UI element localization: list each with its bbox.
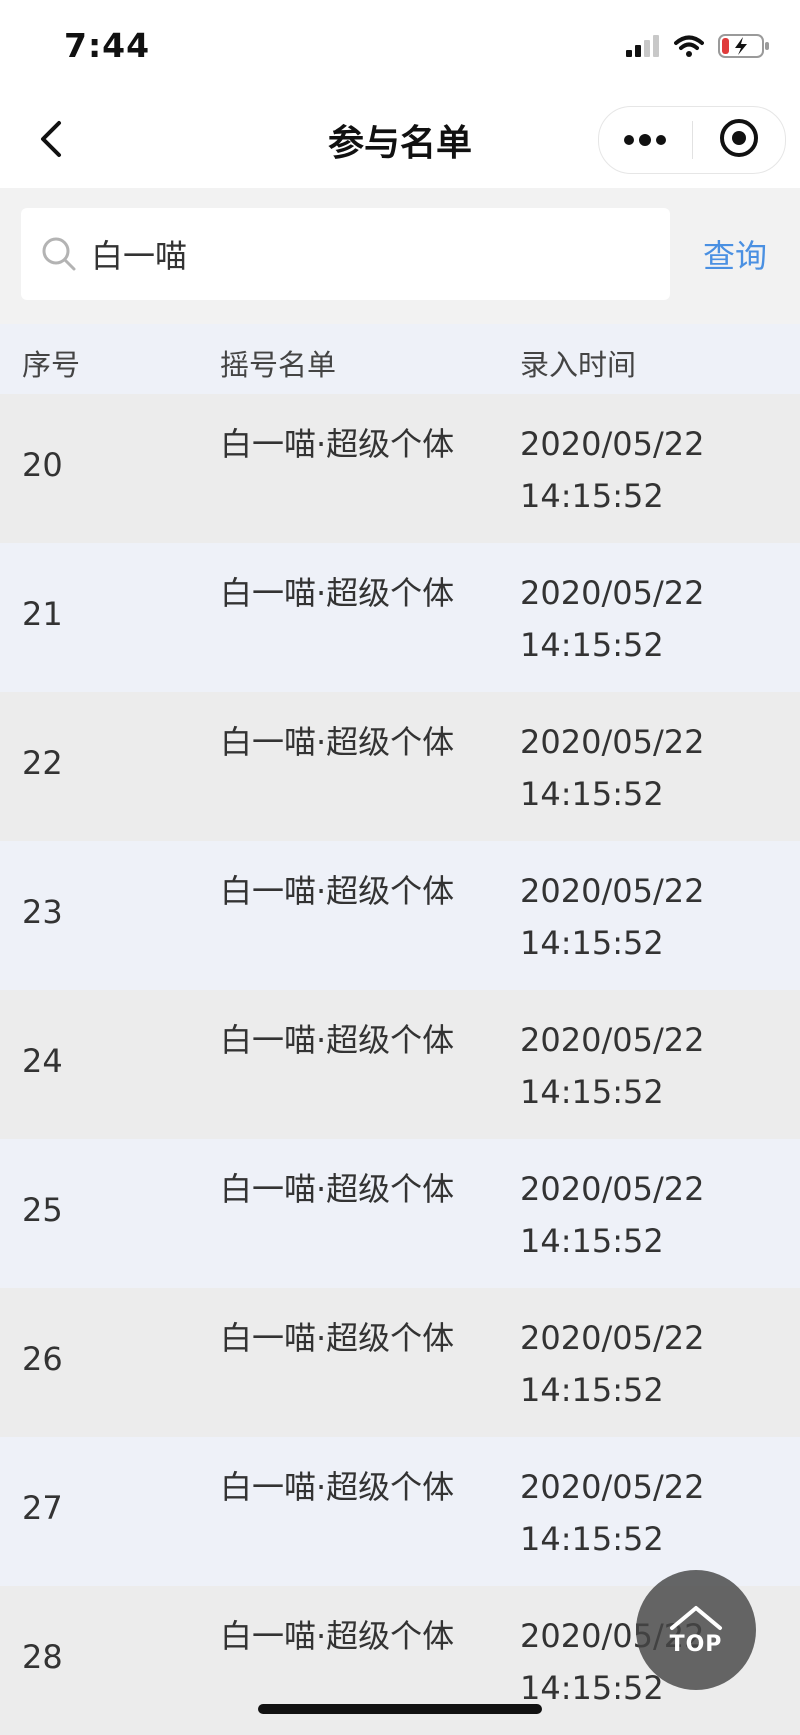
row-time: 2020/05/22 14:15:52 — [520, 865, 780, 969]
row-date-part: 2020/05/22 — [520, 1319, 705, 1357]
row-time: 2020/05/22 14:15:52 — [520, 567, 780, 671]
row-name: 白一喵·超级个体 — [220, 1468, 455, 1506]
search-button[interactable]: 查询 — [680, 216, 790, 292]
row-name: 白一喵·超级个体 — [220, 425, 455, 463]
row-name: 白一喵·超级个体 — [220, 574, 455, 612]
row-time-part: 14:15:52 — [520, 477, 664, 515]
row-date-part: 2020/05/22 — [520, 723, 705, 761]
status-icons — [626, 34, 770, 62]
row-time-part: 14:15:52 — [520, 775, 664, 813]
row-time-part: 14:15:52 — [520, 1520, 664, 1558]
close-miniprogram-button[interactable] — [693, 107, 786, 173]
table-row: 27 白一喵·超级个体 2020/05/22 14:15:52 — [0, 1437, 800, 1586]
row-time-part: 14:15:52 — [520, 626, 664, 664]
row-date-part: 2020/05/22 — [520, 574, 705, 612]
row-date-part: 2020/05/22 — [520, 872, 705, 910]
row-name: 白一喵·超级个体 — [220, 1021, 455, 1059]
row-index: 24 — [22, 1042, 63, 1080]
table-row: 22 白一喵·超级个体 2020/05/22 14:15:52 — [0, 692, 800, 841]
row-time: 2020/05/22 14:15:52 — [520, 418, 780, 522]
row-time-part: 14:15:52 — [520, 924, 664, 962]
row-date-part: 2020/05/22 — [520, 425, 705, 463]
row-time-part: 14:15:52 — [520, 1669, 664, 1707]
miniprogram-capsule — [598, 106, 786, 174]
table-row: 20 白一喵·超级个体 2020/05/22 14:15:52 — [0, 394, 800, 543]
row-index: 27 — [22, 1489, 63, 1527]
table-header: 序号 摇号名单 录入时间 — [0, 324, 800, 394]
header-index: 序号 — [22, 348, 81, 382]
top-label: TOP — [669, 1631, 723, 1657]
row-index: 20 — [22, 446, 63, 484]
row-time: 2020/05/22 14:15:52 — [520, 1461, 780, 1565]
row-time-part: 14:15:52 — [520, 1073, 664, 1111]
table-row: 21 白一喵·超级个体 2020/05/22 14:15:52 — [0, 543, 800, 692]
battery-icon — [718, 34, 770, 62]
row-time: 2020/05/22 14:15:52 — [520, 1163, 780, 1267]
row-date-part: 2020/05/22 — [520, 1170, 705, 1208]
nav-bar: 参与名单 — [0, 96, 800, 188]
row-time: 2020/05/22 14:15:52 — [520, 1312, 780, 1416]
row-time: 2020/05/22 14:15:52 — [520, 716, 780, 820]
row-name: 白一喵·超级个体 — [220, 1617, 455, 1655]
row-index: 25 — [22, 1191, 63, 1229]
search-icon — [41, 236, 77, 272]
row-name: 白一喵·超级个体 — [220, 872, 455, 910]
header-time: 录入时间 — [520, 348, 637, 382]
participant-table: 序号 摇号名单 录入时间 20 白一喵·超级个体 2020/05/22 14:15… — [0, 324, 800, 1735]
table-row: 25 白一喵·超级个体 2020/05/22 14:15:52 — [0, 1139, 800, 1288]
header-name: 摇号名单 — [220, 348, 337, 382]
row-index: 28 — [22, 1638, 63, 1676]
search-input[interactable] — [91, 235, 670, 273]
row-name: 白一喵·超级个体 — [220, 723, 455, 761]
row-date-part: 2020/05/22 — [520, 1021, 705, 1059]
search-box[interactable] — [21, 208, 670, 300]
table-row: 24 白一喵·超级个体 2020/05/22 14:15:52 — [0, 990, 800, 1139]
row-index: 22 — [22, 744, 63, 782]
signal-icon — [626, 35, 660, 61]
row-index: 23 — [22, 893, 63, 931]
row-name: 白一喵·超级个体 — [220, 1319, 455, 1357]
row-date-part: 2020/05/22 — [520, 1468, 705, 1506]
more-button[interactable] — [599, 107, 692, 173]
target-close-icon — [719, 118, 759, 162]
row-time: 2020/05/22 14:15:52 — [520, 1014, 780, 1118]
home-indicator — [258, 1704, 542, 1714]
table-row: 26 白一喵·超级个体 2020/05/22 14:15:52 — [0, 1288, 800, 1437]
row-name: 白一喵·超级个体 — [220, 1170, 455, 1208]
row-index: 21 — [22, 595, 63, 633]
row-index: 26 — [22, 1340, 63, 1378]
search-area: 查询 — [0, 188, 800, 324]
status-time: 7:44 — [64, 26, 151, 65]
row-time-part: 14:15:52 — [520, 1371, 664, 1409]
wifi-icon — [674, 35, 704, 61]
more-dots-icon — [623, 131, 667, 150]
status-bar: 7:44 — [0, 0, 800, 96]
scroll-to-top-button[interactable]: TOP — [636, 1570, 756, 1690]
table-row: 23 白一喵·超级个体 2020/05/22 14:15:52 — [0, 841, 800, 990]
row-time-part: 14:15:52 — [520, 1222, 664, 1260]
